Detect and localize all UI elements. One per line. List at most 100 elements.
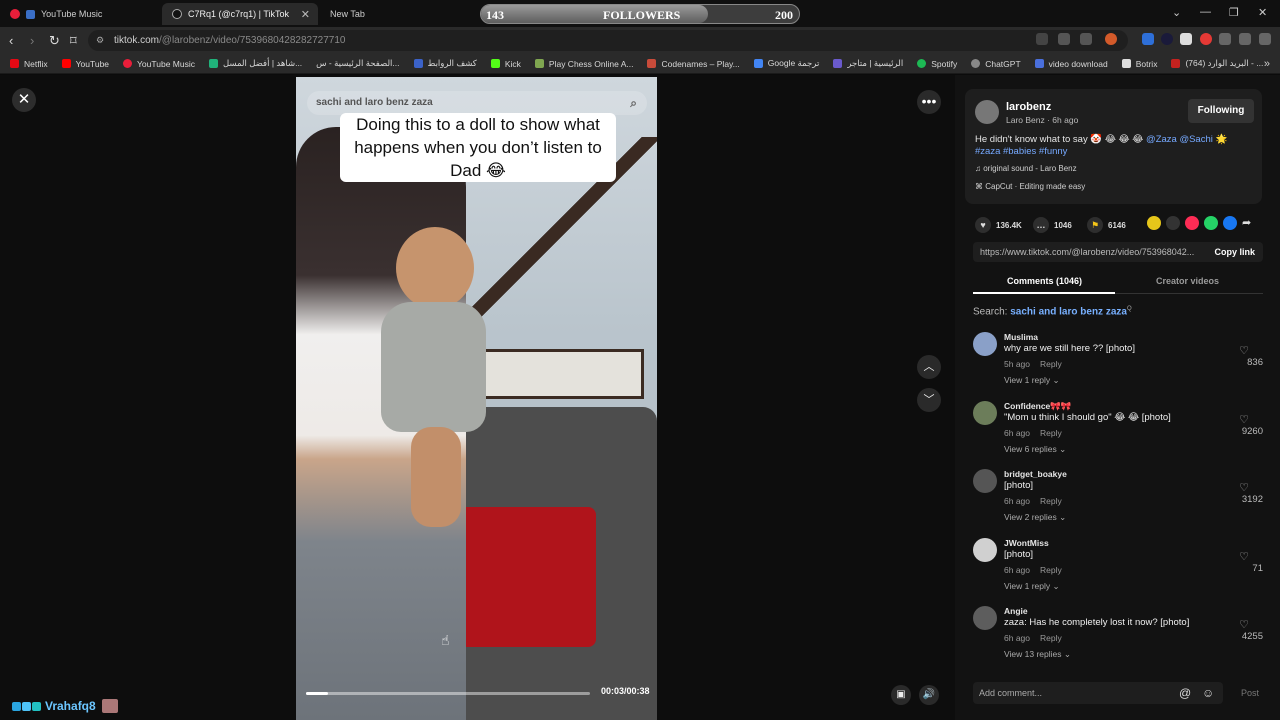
bookmark-botrix[interactable]: Botrix (1121, 59, 1157, 69)
bookmark-icon[interactable]: ⌑ (70, 33, 77, 49)
video-player[interactable]: sachi and laro benz zaza ⌕ Doing this to… (296, 77, 657, 720)
sound-row[interactable]: ♫ original sound - Laro Benz (975, 164, 1077, 173)
floating-player-button[interactable]: ▣ (891, 685, 911, 705)
reply-button[interactable]: Reply (1040, 496, 1062, 506)
bookmark-youtube[interactable]: YouTube (61, 59, 109, 69)
bookmark-google-translate[interactable]: Google ترجمة (753, 58, 819, 69)
view-replies-button[interactable]: View 6 replies ⌄ (1004, 444, 1066, 455)
comment-author[interactable]: bridget_boakye (1004, 469, 1067, 479)
site-info-icon[interactable]: ⚙ (96, 35, 104, 46)
bookmark-kick[interactable]: Kick (490, 59, 521, 69)
video-progress-bar[interactable] (306, 692, 590, 695)
code-icon[interactable] (1166, 216, 1180, 230)
view-replies-button[interactable]: View 13 replies ⌄ (1004, 649, 1071, 660)
bookmark-chess[interactable]: Play Chess Online A... (534, 59, 633, 69)
forward-icon[interactable]: › (30, 33, 34, 48)
bookmark-chatgpt[interactable]: ChatGPT (971, 59, 1021, 69)
bookmark-netflix[interactable]: Netflix (10, 59, 48, 69)
tab-tiktok[interactable]: C7Rq1 (@c7rq1) | TikTok ✕ (162, 3, 318, 25)
bookmark-codenames[interactable]: Codenames – Play... (647, 59, 740, 69)
avatar[interactable] (973, 332, 997, 356)
tab-search-chevron-icon[interactable]: ⌄ (1172, 6, 1181, 19)
bookmark-gmail[interactable]: (764) البريد الوارد - ... (1171, 58, 1263, 69)
following-button[interactable]: Following (1188, 99, 1254, 123)
search-icon[interactable]: ⌕ (630, 91, 637, 115)
bookmark-shahid[interactable]: شاهد | أفضل المسل... (209, 58, 302, 69)
bookmark-stores[interactable]: الرئيسية | متاجر (833, 58, 903, 69)
previous-video-button[interactable]: ︿ (917, 355, 941, 379)
avatar[interactable] (973, 538, 997, 562)
record-icon[interactable] (1200, 33, 1212, 45)
comment-author[interactable]: Muslima (1004, 332, 1038, 342)
bookmark-video-download[interactable]: video download (1034, 59, 1108, 69)
address-bar[interactable]: ⚙ tiktok.com/@larobenz/video/75396804282… (88, 30, 1128, 51)
facebook-icon[interactable] (1223, 216, 1237, 230)
extension-icon[interactable] (1036, 33, 1048, 45)
extension-icon[interactable] (1142, 33, 1154, 45)
comment-search-suggestion[interactable]: Search: sachi and laro benz zazaQ (973, 306, 1132, 317)
heart-icon[interactable]: ♡ (1229, 413, 1259, 426)
video-link-box[interactable]: https://www.tiktok.com/@larobenz/video/7… (973, 242, 1263, 262)
avatar[interactable] (973, 606, 997, 630)
post-username[interactable]: larobenz (1006, 101, 1051, 113)
reply-button[interactable]: Reply (1040, 633, 1062, 643)
tab-youtube-music[interactable]: YouTube Music (0, 3, 160, 25)
comment-stat[interactable]: … 1046 (1033, 217, 1072, 233)
more-bookmarks-icon[interactable]: » (1264, 58, 1270, 70)
reply-button[interactable]: Reply (1040, 565, 1062, 575)
volume-icon[interactable]: 🔊 (919, 685, 939, 705)
back-icon[interactable]: ‹ (9, 33, 13, 48)
cast-icon[interactable] (1058, 33, 1070, 45)
tab-comments[interactable]: Comments (1046) (1007, 276, 1082, 286)
puzzle-icon[interactable] (1219, 33, 1231, 45)
dark-mode-icon[interactable] (1161, 33, 1173, 45)
heart-icon[interactable]: ♡ (1229, 344, 1259, 357)
close-icon[interactable]: ✕ (301, 8, 310, 21)
comment-author[interactable]: JWontMiss (1004, 538, 1049, 548)
view-replies-button[interactable]: View 2 replies ⌄ (1004, 512, 1066, 523)
tab-creator-videos[interactable]: Creator videos (1156, 276, 1219, 286)
brave-shield-icon[interactable] (1105, 33, 1117, 45)
post-comment-button[interactable]: Post (1241, 688, 1259, 698)
media-icon[interactable] (1239, 33, 1251, 45)
heart-icon[interactable]: ♡ (1229, 481, 1259, 494)
bookmark-home[interactable]: الصفحة الرئيسية - س... (316, 58, 399, 69)
comment-author[interactable]: Angie (1004, 606, 1028, 616)
menu-icon[interactable] (1259, 33, 1271, 45)
view-replies-button[interactable]: View 1 reply ⌄ (1004, 581, 1060, 592)
avatar[interactable] (975, 100, 999, 124)
copy-link-button[interactable]: Copy link (1214, 242, 1255, 262)
share-icon[interactable] (1080, 33, 1092, 45)
comment-author[interactable]: Confidence🎀🎀 (1004, 401, 1071, 412)
close-video-button[interactable]: ✕ (12, 88, 36, 112)
capcut-row[interactable]: ⌘ CapCut · Editing made easy (975, 182, 1085, 191)
reply-button[interactable]: Reply (1040, 359, 1062, 369)
search-suggestion-link[interactable]: sachi and laro benz zaza (1010, 306, 1127, 317)
bookmark-spotify[interactable]: Spotify (917, 59, 957, 69)
tab-new-tab[interactable]: New Tab (320, 3, 440, 25)
share-arrow-icon[interactable]: ➦ (1242, 216, 1256, 230)
avatar[interactable] (973, 401, 997, 425)
post-desc-mentions[interactable]: @Zaza @Sachi 🌟 (1146, 134, 1227, 145)
next-video-button[interactable]: ﹀ (917, 388, 941, 412)
post-desc-tags[interactable]: #zaza #babies #funny (975, 146, 1067, 157)
mention-icon[interactable]: @ (1179, 682, 1191, 704)
heart-icon[interactable]: ♡ (1229, 618, 1259, 631)
like-stat[interactable]: ♥ 136.4K (975, 217, 1022, 233)
whatsapp-icon[interactable] (1204, 216, 1218, 230)
minimize-icon[interactable]: — (1200, 6, 1211, 18)
share-embed-icon[interactable] (1147, 216, 1161, 230)
emoji-icon[interactable]: ☺ (1202, 682, 1214, 704)
heart-icon[interactable]: ♡ (1229, 550, 1259, 563)
extension-icon[interactable] (1180, 33, 1192, 45)
save-stat[interactable]: ⚑ 6146 (1087, 217, 1126, 233)
add-comment-field[interactable]: Add comment... @ ☺ (973, 682, 1223, 704)
avatar[interactable] (973, 469, 997, 493)
restore-icon[interactable]: ❐ (1229, 6, 1239, 19)
reload-icon[interactable]: ↻ (49, 33, 60, 49)
window-close-icon[interactable]: ✕ (1258, 6, 1267, 19)
view-replies-button[interactable]: View 1 reply ⌄ (1004, 375, 1060, 386)
more-options-button[interactable]: ••• (917, 90, 941, 114)
reply-button[interactable]: Reply (1040, 428, 1062, 438)
send-icon[interactable] (1185, 216, 1199, 230)
